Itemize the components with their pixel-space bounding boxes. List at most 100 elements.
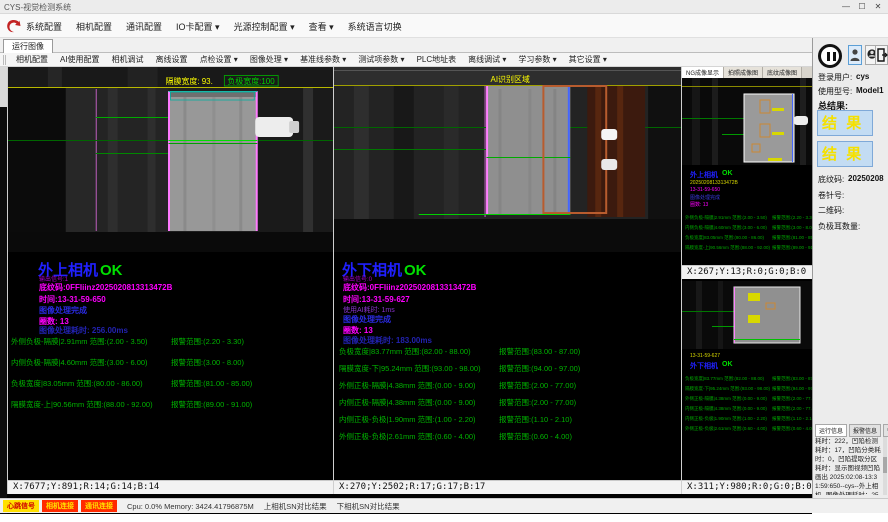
texture-code-label: 底纹码: <box>818 174 844 185</box>
left-collapsed-panel[interactable] <box>0 67 7 107</box>
login-user-value: cys <box>856 72 869 81</box>
lower-camera-compare-result: 下相机SN对比结果 <box>337 501 400 512</box>
texture-image-panel: 13-31-59-627 外下相机 OK 负极宽度|83.77mm 范围:(82… <box>682 281 813 494</box>
tool-plc-address[interactable]: PLC地址表 <box>411 54 463 65</box>
lower-proctime-text: 图像处理耗时: 183.00ms <box>343 335 432 346</box>
tool-offline-debug[interactable]: 离线调试 ▾ <box>462 54 512 65</box>
lower-result-row: 外侧正极-负极|2.61mm 范围:(0.60 - 4.00)报警范围:(0.6… <box>334 431 681 441</box>
ng-image-panel: NG成像显示 拍照成像图 底纹成像图 <box>682 67 813 279</box>
mini-tab-bar: NG成像显示 拍照成像图 底纹成像图 <box>682 67 813 78</box>
lower-result-row: 内侧正极-隔膜|4.38mm 范围:(0.00 - 9.00)报警范围:(2.0… <box>334 397 681 407</box>
menu-view[interactable]: 查看 ▾ <box>309 20 334 33</box>
toolbar-grip[interactable] <box>3 55 6 65</box>
lower-result-row: 外侧正极-隔膜|4.38mm 范围:(0.00 - 9.00)报警范围:(2.0… <box>334 380 681 390</box>
texture-code-value: 20250208 <box>848 174 884 183</box>
minimize-icon[interactable]: — <box>838 0 854 14</box>
upper-proctime-text: 图像处理耗时: 256.00ms <box>39 325 128 336</box>
brand-logo-icon <box>5 18 22 35</box>
model-value: Model1 <box>856 86 884 95</box>
menu-light-config[interactable]: 光源控制配置 ▾ <box>234 20 295 33</box>
upper-ok-status: OK <box>100 262 123 279</box>
tool-image-processing[interactable]: 图像处理 ▾ <box>244 54 294 65</box>
menu-language-switch[interactable]: 系统语言切换 <box>348 20 402 33</box>
lower-view-statusbar: X:270;Y:2502;R:17;G:17;B:17 <box>334 480 681 494</box>
log-scrollbar[interactable] <box>883 437 887 495</box>
right-control-panel: 登录用户: cys 使用型号: Model1 总结果: 结 果 结 果 底纹码:… <box>812 38 888 498</box>
login-user-label: 登录用户: <box>818 72 852 83</box>
bottom-status-bar: 心跳信号 相机连接 通讯连接 Cpu: 0.0% Memory: 3424.41… <box>0 498 888 513</box>
cpu-memory-text: Cpu: 0.0% Memory: 3424.41796875M <box>127 502 254 511</box>
close-icon[interactable]: ✕ <box>870 0 886 14</box>
camera-connection-badge: 相机连接 <box>42 500 78 512</box>
upper-time-text: 时间:13-31-59-650 <box>39 294 106 305</box>
log-tab-run[interactable]: 运行信息 <box>815 424 847 437</box>
maximize-icon[interactable]: ☐ <box>854 0 870 14</box>
menu-io-config[interactable]: IO卡配置 ▾ <box>176 20 220 33</box>
menu-bar: 系统配置 相机配置 通讯配置 IO卡配置 ▾ 光源控制配置 ▾ 查看 ▾ 系统语… <box>0 14 888 38</box>
mini-tab-photo[interactable]: 拍照成像图 <box>724 67 763 78</box>
tool-other-settings[interactable]: 其它设置 ▾ <box>563 54 613 65</box>
tool-camera-debug[interactable]: 相机调试 <box>106 54 150 65</box>
upper-barcode-text: 底纹码:0FFIiinz2025020813313472B <box>39 282 172 293</box>
tool-test-params[interactable]: 测试项参数 ▾ <box>352 54 410 65</box>
tool-learning-params[interactable]: 学习参数 ▾ <box>512 54 562 65</box>
electrode-tab-shape <box>255 117 293 137</box>
texture-panel-statusbar: X:311;Y:980;R:0;G:0;B:0 <box>682 480 813 494</box>
tool-camera-config[interactable]: 相机配置 <box>10 54 54 65</box>
mini-panels-column: NG成像显示 拍照成像图 底纹成像图 <box>681 67 812 494</box>
tool-ai-use-config[interactable]: AI使用配置 <box>54 54 106 65</box>
model-label: 使用型号: <box>818 86 852 97</box>
title-bar: CYS-视觉检测系统 — ☐ ✕ <box>0 0 888 14</box>
upper-result-row: 内侧负极-隔膜|4.60mm 范围:(3.00 - 6.00)报警范围:(3.0… <box>8 357 333 367</box>
tab-run-image[interactable]: 运行图像 <box>3 39 53 53</box>
tool-spotcheck-settings[interactable]: 点检设置 ▾ <box>194 54 244 65</box>
window-title: CYS-视觉检测系统 <box>4 2 71 13</box>
upper-result-row: 外侧负极-隔膜|2.91mm 范围:(2.00 - 3.50)报警范围:(2.2… <box>8 336 333 346</box>
texture-image-canvas[interactable] <box>682 281 813 349</box>
mini-tab-ng[interactable]: NG成像显示 <box>682 67 724 78</box>
comm-connection-badge: 通讯连接 <box>81 500 117 512</box>
lower-time-text: 时间:13-31-59-627 <box>343 294 410 305</box>
mini-tab-texture[interactable]: 底纹成像图 <box>763 67 802 78</box>
ng-panel-statusbar: X:267;Y:13;R:0;G:0;B:0 <box>682 265 813 279</box>
result-box-upper: 结 果 <box>817 110 873 136</box>
heartbeat-badge: 心跳信号 <box>3 500 39 512</box>
tab-strip: 运行图像 <box>0 38 812 53</box>
log-tab-error[interactable]: 错误信息 <box>883 424 888 437</box>
pause-icon <box>833 52 836 61</box>
lower-camera-image[interactable]: AI识别区域 <box>334 67 681 252</box>
logout-door-icon <box>876 46 888 64</box>
ai-region-label: AI识别区域 <box>491 74 530 84</box>
needle-no-label: 卷针号: <box>818 190 844 201</box>
upper-result-row: 负极宽度|83.05mm 范围:(80.00 - 86.00)报警范围:(81.… <box>8 378 333 388</box>
lower-result-row: 隔膜宽度-下|95.24mm 范围:(93.00 - 98.00)报警范围:(9… <box>334 363 681 373</box>
pause-button[interactable] <box>818 44 842 68</box>
upper-camera-view: 隔膜宽度: 93. 负极宽度:100 外上相机OK 输出信号:1 底纹码:0FF… <box>7 67 333 494</box>
log-tab-bar: 运行信息 报警信息 错误信息 <box>815 424 888 437</box>
user-login-button[interactable] <box>848 45 862 65</box>
menu-camera-config[interactable]: 相机配置 <box>76 20 112 33</box>
menu-comm-config[interactable]: 通讯配置 <box>126 20 162 33</box>
lower-ok-status: OK <box>404 262 427 279</box>
upper-camera-image[interactable]: 隔膜宽度: 93. 负极宽度:100 <box>8 67 333 252</box>
log-tab-alarm[interactable]: 报警信息 <box>849 424 881 437</box>
lower-done-text: 图像处理完成 <box>343 314 391 325</box>
lower-barcode-text: 底纹码:0FFIiinz2025020813313472B <box>343 282 476 293</box>
upper-view-statusbar: X:7677;Y:891;R:14;G:14;B:14 <box>8 480 333 494</box>
tool-baseline-params[interactable]: 基准线参数 ▾ <box>294 54 352 65</box>
lower-result-row: 负极宽度|83.77mm 范围:(82.00 - 88.00)报警范围:(83.… <box>334 346 681 356</box>
toolbar: 相机配置 AI使用配置 相机调试 离线设置 点检设置 ▾ 图像处理 ▾ 基准线参… <box>0 53 812 67</box>
left-strip <box>0 107 7 514</box>
exit-button[interactable] <box>875 45 888 65</box>
app-window: CYS-视觉检测系统 — ☐ ✕ 系统配置 相机配置 通讯配置 IO卡配置 ▾ … <box>0 0 888 522</box>
result-box-lower: 结 果 <box>817 141 873 167</box>
lower-camera-view: AI识别区域 外下相机OK 输出信号:0 底纹码:0FFIiinz2025020… <box>333 67 681 494</box>
tool-offline-settings[interactable]: 离线设置 <box>150 54 194 65</box>
ng-image-canvas[interactable] <box>682 78 813 165</box>
qr-code-label: 二维码: <box>818 205 844 216</box>
tab-count-label: 负极耳数量: <box>818 221 860 232</box>
user-icon <box>849 46 861 64</box>
menu-system-config[interactable]: 系统配置 <box>26 20 62 33</box>
upper-overlay-measure-label: 隔膜宽度: 93. <box>166 76 213 86</box>
pause-icon <box>827 52 830 61</box>
